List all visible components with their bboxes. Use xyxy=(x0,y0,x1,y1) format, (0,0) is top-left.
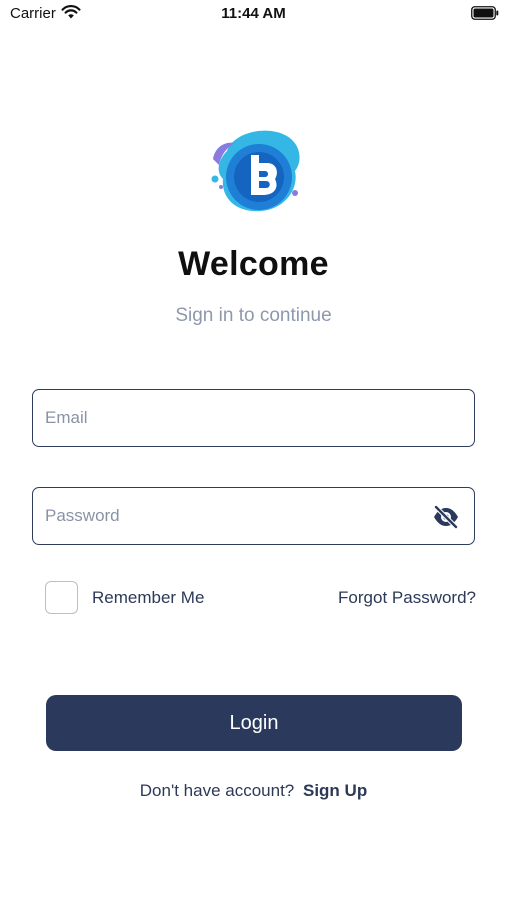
page-title: Welcome xyxy=(178,245,329,283)
signup-row: Don't have account? Sign Up xyxy=(0,781,507,801)
status-time: 11:44 AM xyxy=(221,5,286,22)
email-input[interactable] xyxy=(45,390,415,446)
login-button-label: Login xyxy=(229,711,279,734)
app-logo xyxy=(211,130,300,212)
email-field[interactable] xyxy=(32,389,475,447)
remember-me-toggle[interactable]: Remember Me xyxy=(45,581,204,614)
forgot-password-link[interactable]: Forgot Password? xyxy=(338,588,476,608)
login-button[interactable]: Login xyxy=(46,695,462,751)
signup-link[interactable]: Sign Up xyxy=(303,781,367,800)
eye-slash-icon[interactable] xyxy=(432,505,460,529)
password-input[interactable] xyxy=(45,488,415,544)
page-subtitle: Sign in to continue xyxy=(175,305,332,326)
remember-me-label[interactable]: Remember Me xyxy=(92,588,204,608)
status-bar: Carrier 11:44 AM xyxy=(0,0,507,28)
battery-icon xyxy=(471,6,499,20)
remember-me-checkbox[interactable] xyxy=(45,581,78,614)
signup-prompt: Don't have account? xyxy=(139,781,295,800)
password-field[interactable] xyxy=(32,487,475,545)
